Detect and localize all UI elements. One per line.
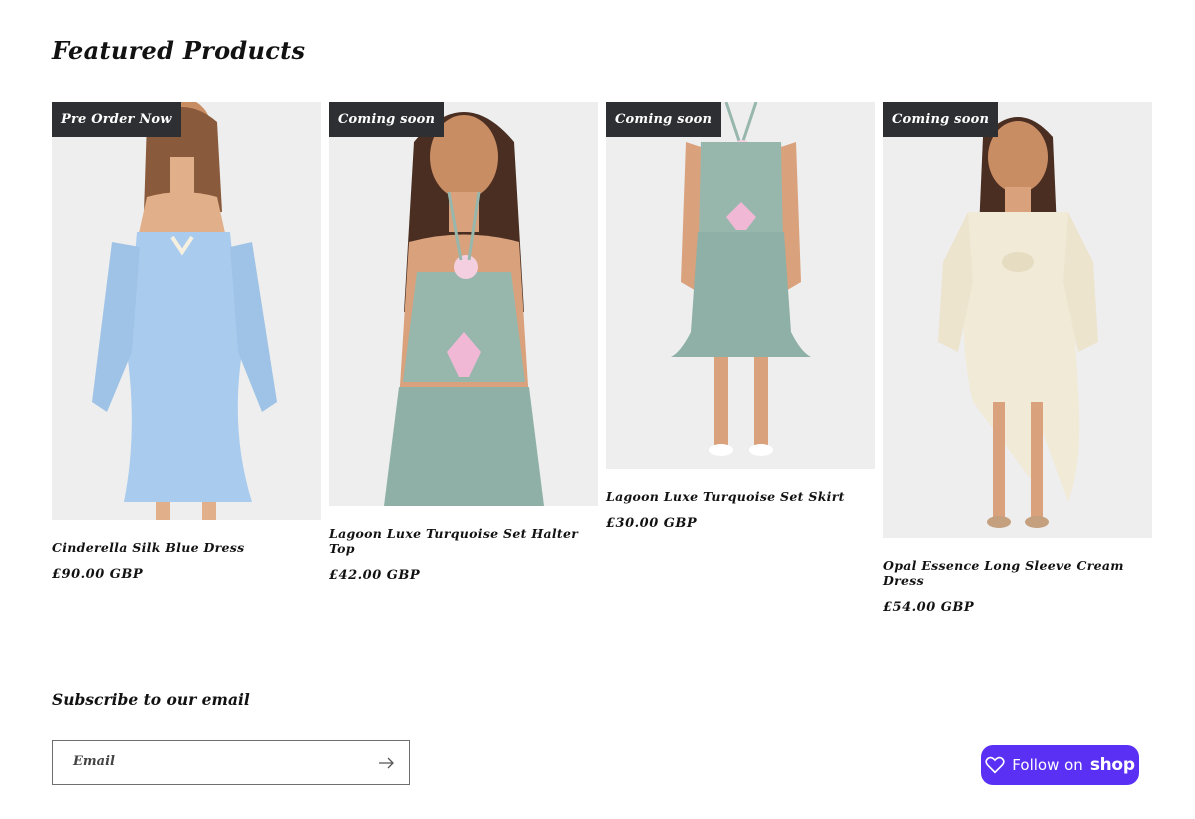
product-photo-skirt [606,102,875,469]
product-image[interactable]: Coming soon [329,102,598,506]
product-photo-cream-dress [883,102,1152,538]
subscribe-button[interactable] [365,741,409,784]
product-badge: Coming soon [883,102,999,137]
product-price: £42.00 GBP [329,568,421,583]
product-title[interactable]: Cinderella Silk Blue Dress [52,540,321,555]
product-badge: Coming soon [329,102,445,137]
email-field[interactable]: Email [52,740,410,785]
product-image[interactable]: Coming soon [883,102,1152,538]
product-image[interactable]: Coming soon [606,102,875,469]
product-image[interactable]: Pre Order Now [52,102,321,520]
newsletter-heading: Subscribe to our email [52,690,250,709]
product-price: £54.00 GBP [883,600,975,615]
product-photo-blue-dress [52,102,321,520]
section-heading: Featured Products [52,36,306,65]
product-card-cream-dress[interactable]: Coming soon Opal Essence Long Sleeve Cre… [883,102,1152,615]
product-title[interactable]: Lagoon Luxe Turquoise Set Skirt [606,489,875,504]
product-card-skirt[interactable]: Coming soon Lagoon Luxe Turquoise Set Sk… [606,102,875,531]
product-title[interactable]: Lagoon Luxe Turquoise Set Halter Top [329,526,598,556]
follow-label: Follow on [1012,756,1083,774]
product-photo-halter-top [329,102,598,506]
heart-icon [985,756,1005,774]
product-badge: Pre Order Now [52,102,181,137]
follow-on-shop-button[interactable]: Follow on shop [981,745,1139,785]
product-badge: Coming soon [606,102,722,137]
product-price: £30.00 GBP [606,516,698,531]
product-title[interactable]: Opal Essence Long Sleeve Cream Dress [883,558,1152,588]
product-card-cinderella[interactable]: Pre Order Now Cinderella Silk Blue Dress… [52,102,321,582]
product-card-halter-top[interactable]: Coming soon Lagoon Luxe Turquoise Set Ha… [329,102,598,583]
product-price: £90.00 GBP [52,567,144,582]
email-input[interactable] [53,741,373,784]
shop-brand: shop [1089,755,1135,775]
arrow-right-icon [379,757,394,768]
